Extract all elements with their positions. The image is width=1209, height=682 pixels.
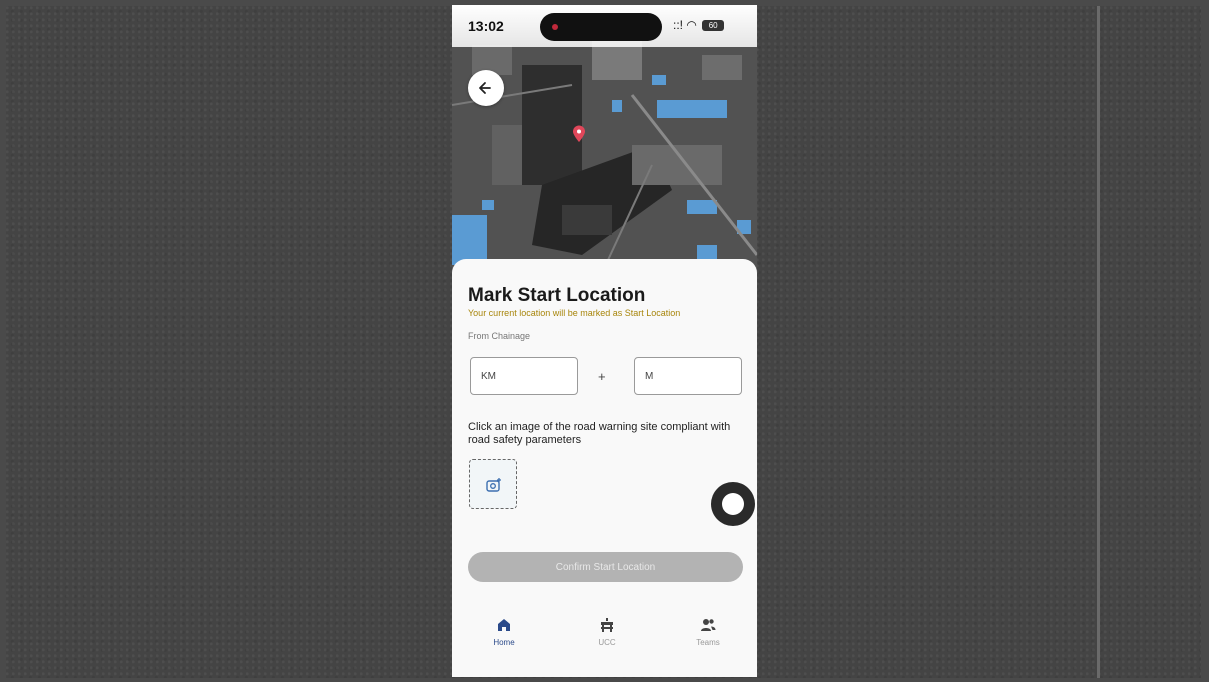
- nav-item-home[interactable]: Home: [474, 617, 534, 647]
- home-icon: [498, 619, 510, 631]
- recording-indicator-icon: [552, 24, 558, 30]
- confirm-start-location-button[interactable]: Confirm Start Location: [468, 552, 743, 582]
- map-pin: [572, 125, 586, 148]
- nav-item-ucc[interactable]: UCC: [577, 617, 637, 647]
- fab-circle-icon: [722, 493, 744, 515]
- camera-add-icon: [486, 478, 501, 492]
- m-input[interactable]: [634, 357, 742, 395]
- floating-action-button[interactable]: [711, 482, 755, 526]
- page-title: Mark Start Location: [468, 285, 646, 306]
- phone-screen: 13:02 ::! ◠ 60 Mark Start Location Your …: [452, 5, 757, 677]
- nav-label-teams: Teams: [696, 638, 720, 647]
- nav-label-home: Home: [493, 638, 515, 647]
- status-time: 13:02: [468, 18, 504, 34]
- from-chainage-label: From Chainage: [468, 331, 531, 341]
- scan-edge-line: [1097, 6, 1100, 678]
- status-bar: 13:02 ::! ◠ 60: [452, 5, 757, 47]
- photo-instruction: Click an image of the road warning site …: [468, 421, 731, 446]
- signal-icon: ::!: [673, 18, 684, 32]
- plus-sign: +: [598, 369, 606, 384]
- map-pin-icon: [573, 125, 585, 142]
- bottom-navigation: Home UCC Teams: [452, 614, 757, 677]
- wifi-icon: ◠: [686, 18, 697, 32]
- status-icons: ::! ◠ 60: [673, 18, 725, 32]
- barrier-icon: [601, 618, 613, 632]
- arrow-left-icon: [479, 82, 491, 94]
- km-input[interactable]: [470, 357, 578, 395]
- nav-item-teams[interactable]: Teams: [678, 617, 738, 647]
- page-subtitle: Your current location will be marked as …: [468, 308, 681, 318]
- add-photo-button[interactable]: [469, 459, 517, 509]
- dynamic-island: [540, 13, 662, 41]
- battery-icon: 60: [702, 20, 725, 32]
- users-icon: [701, 619, 716, 631]
- bottom-sheet: Mark Start Location Your current locatio…: [452, 259, 757, 677]
- back-button[interactable]: [468, 70, 504, 106]
- nav-label-ucc: UCC: [598, 638, 616, 647]
